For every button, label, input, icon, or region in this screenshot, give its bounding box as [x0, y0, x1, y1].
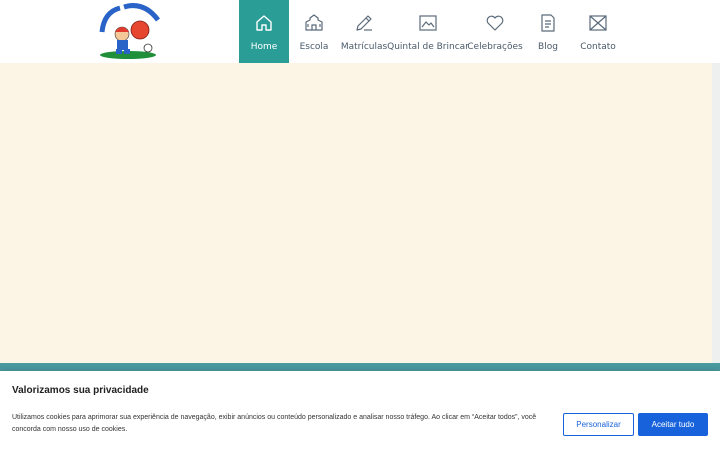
nav-home-label: Home: [250, 42, 278, 52]
customize-button[interactable]: Personalizar: [563, 413, 634, 436]
pencil-icon: [354, 13, 374, 33]
document-icon: [538, 13, 558, 33]
site-logo[interactable]: [98, 2, 162, 60]
nav-quintal-label: Quintal de Brincar: [387, 42, 469, 52]
hero-section: [0, 63, 712, 363]
nav-celebracoes[interactable]: Celebrações: [467, 0, 523, 63]
nav-contato[interactable]: Contato: [573, 0, 623, 63]
heart-icon: [485, 13, 505, 33]
nav-blog-label: Blog: [538, 42, 558, 52]
cookie-description: Utilizamos cookies para aprimorar sua ex…: [12, 414, 537, 433]
home-icon: [254, 13, 274, 33]
logo-image: [99, 3, 161, 59]
main-nav: Home Escola Matrículas Quintal de Brinca…: [239, 0, 623, 63]
accept-all-button[interactable]: Aceitar tudo: [638, 413, 708, 436]
nav-celebracoes-label: Celebrações: [467, 42, 523, 52]
picture-icon: [418, 13, 438, 33]
school-icon: [304, 13, 324, 33]
cookie-title: Valorizamos sua privacidade: [12, 385, 149, 396]
scrollbar-track[interactable]: [712, 63, 720, 363]
nav-contato-label: Contato: [580, 42, 616, 52]
cookie-banner: Valorizamos sua privacidade Utilizamos c…: [0, 371, 720, 450]
site-header: Home Escola Matrículas Quintal de Brinca…: [0, 0, 720, 63]
nav-escola[interactable]: Escola: [289, 0, 339, 63]
nav-blog[interactable]: Blog: [523, 0, 573, 63]
nav-matriculas-label: Matrículas: [340, 42, 388, 52]
nav-matriculas[interactable]: Matrículas: [339, 0, 389, 63]
mail-icon: [588, 13, 608, 33]
nav-home[interactable]: Home: [239, 0, 289, 63]
nav-escola-label: Escola: [299, 42, 329, 52]
nav-quintal[interactable]: Quintal de Brincar: [387, 0, 469, 63]
